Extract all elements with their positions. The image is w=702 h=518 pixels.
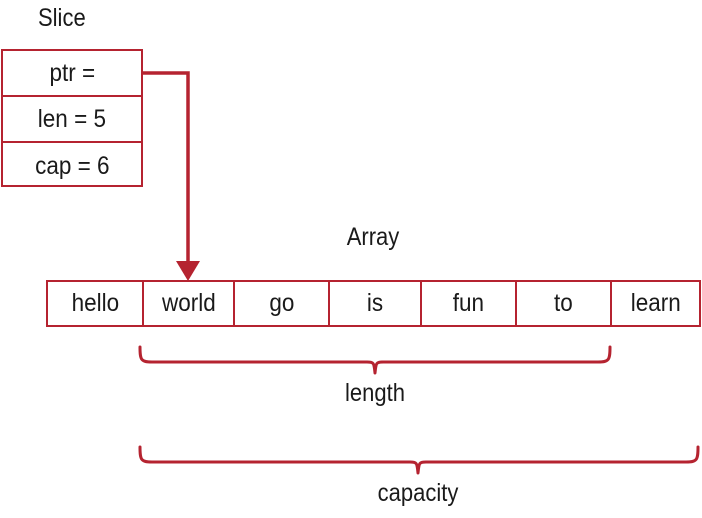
slice-array-diagram: Slice ptr = len = 5 cap = 6 Array hello … bbox=[0, 0, 702, 518]
capacity-brace-label: capacity bbox=[377, 479, 459, 507]
pointer-connector bbox=[143, 71, 200, 281]
length-brace bbox=[138, 345, 612, 375]
capacity-brace bbox=[138, 445, 700, 475]
diagram-vector-layer bbox=[138, 71, 700, 475]
arrow-down-icon bbox=[176, 261, 200, 281]
length-brace-label: length bbox=[345, 379, 405, 407]
